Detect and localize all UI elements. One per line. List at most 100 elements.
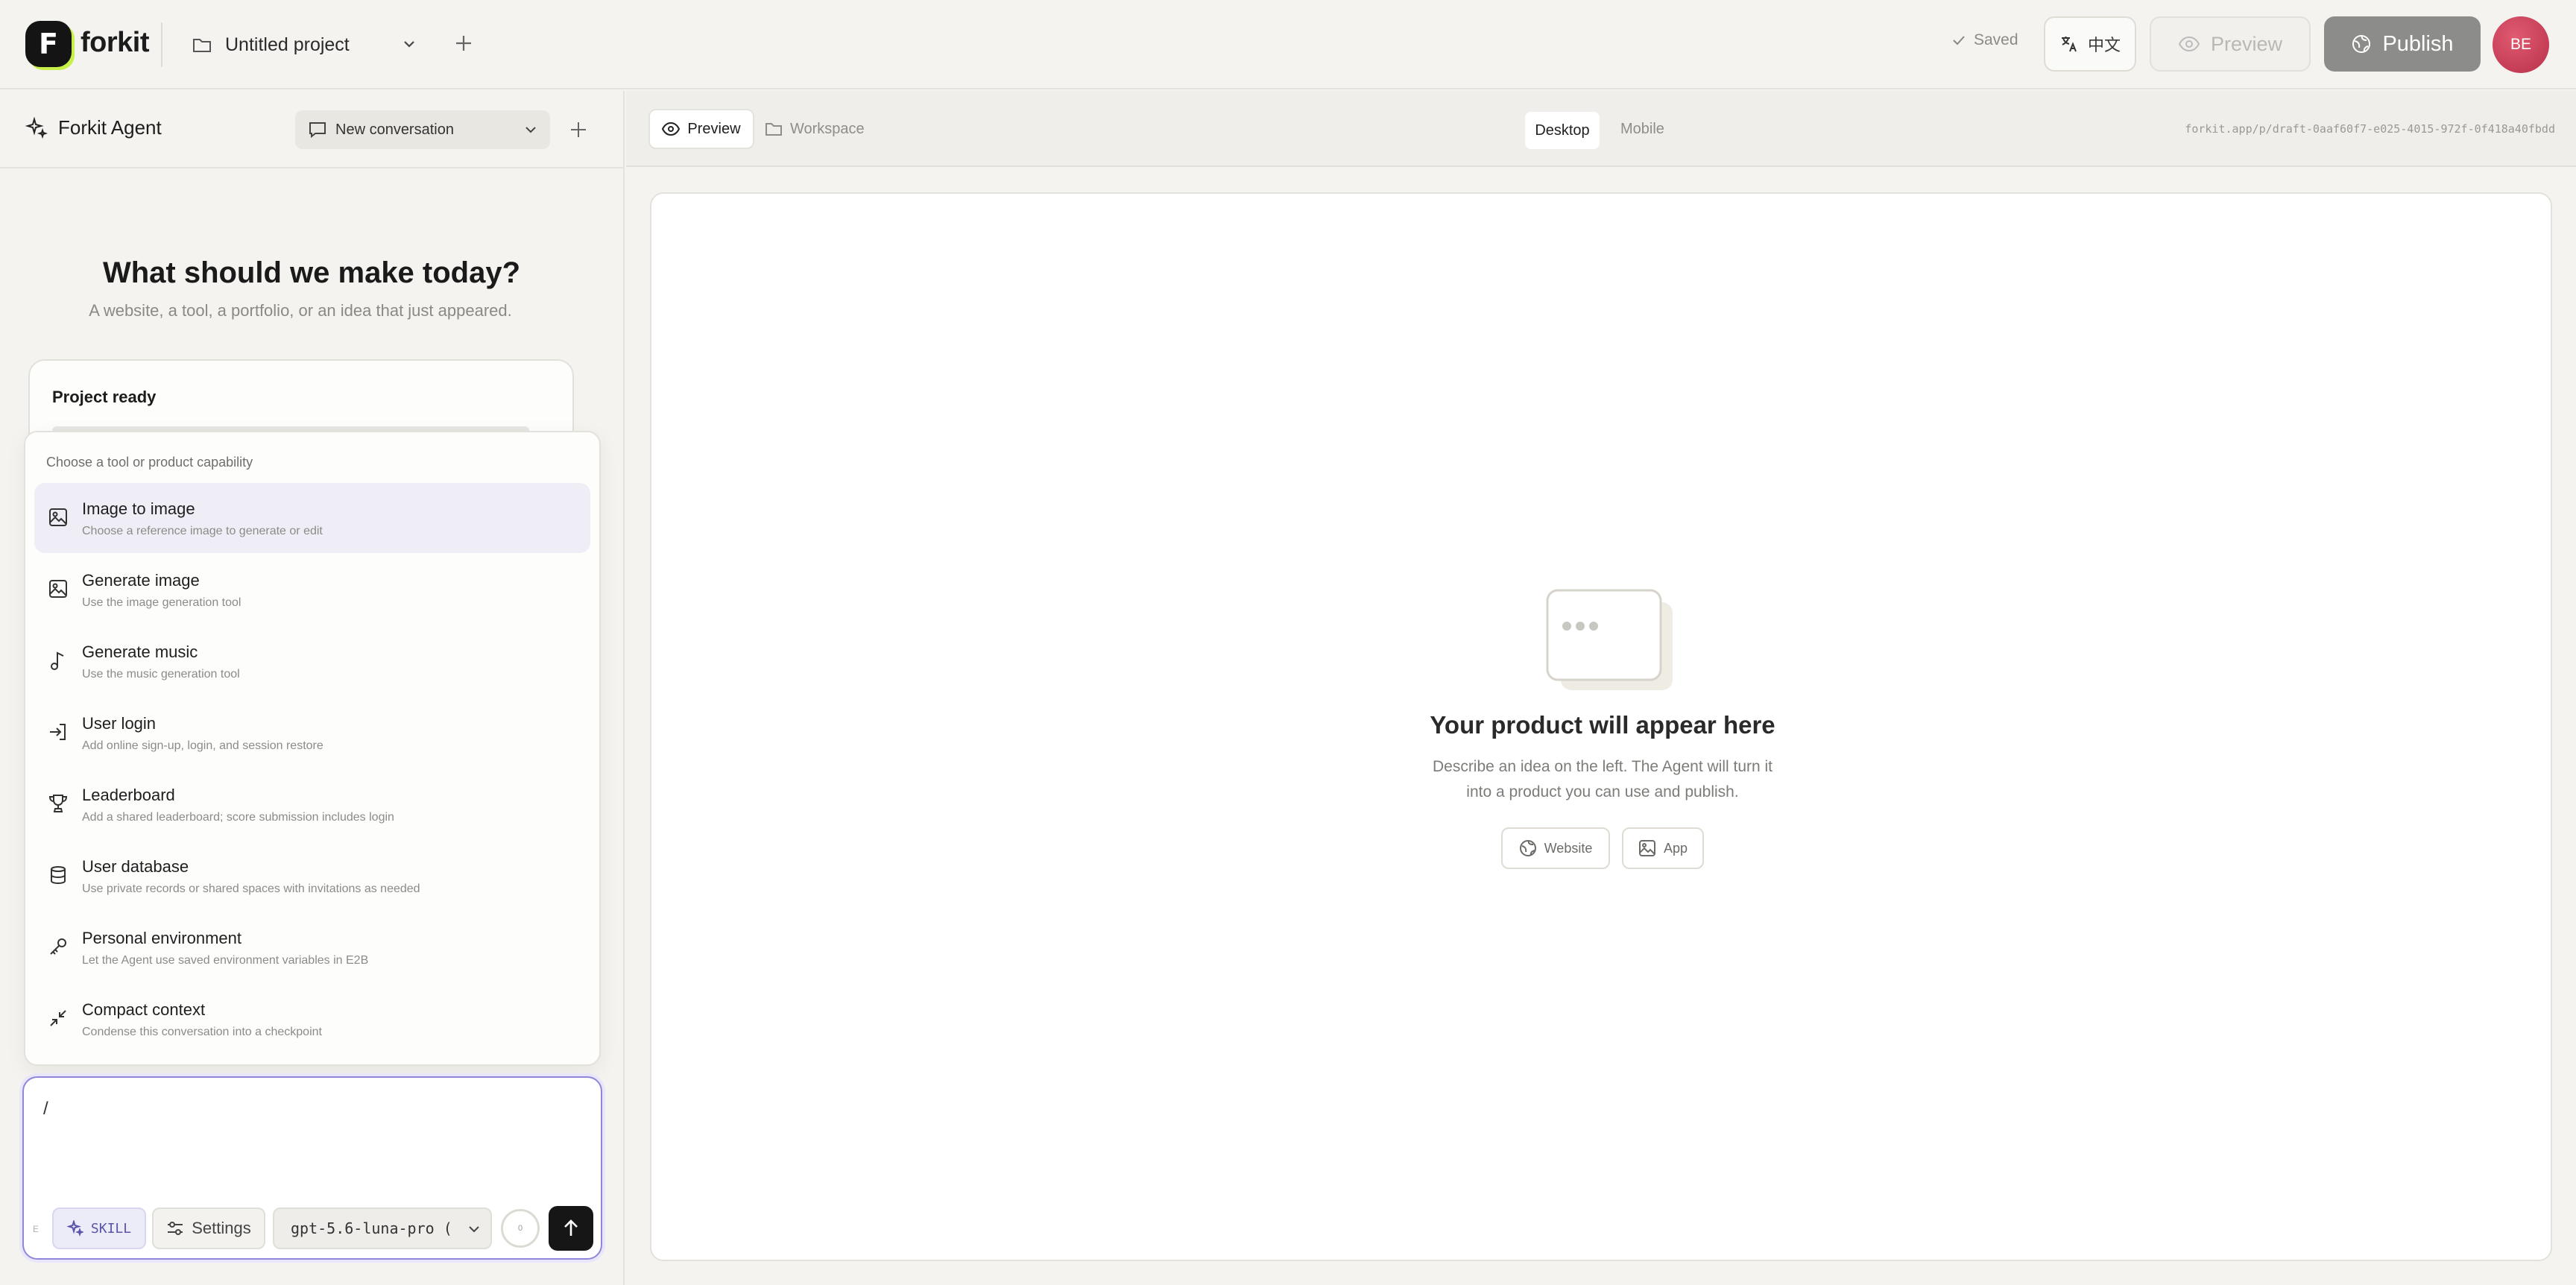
menu-item-label: Personal environment (82, 929, 242, 947)
avatar[interactable]: BE (2493, 16, 2549, 73)
menu-item-user-login[interactable]: User login Add online sign-up, login, an… (34, 698, 590, 768)
context-usage-value: 0 (517, 1224, 523, 1233)
plus-icon (450, 30, 477, 57)
new-conversation-button[interactable] (568, 119, 589, 140)
hero-title: What should we make today? (102, 256, 521, 289)
settings-button[interactable]: Settings (152, 1207, 265, 1249)
project-name: Untitled project (225, 34, 350, 55)
empty-state-title: Your product will appear here (1430, 711, 1775, 739)
tool-menu: Choose a tool or product capability Imag… (24, 431, 601, 1066)
preview-url[interactable]: forkit.app/p/draft-0aaf60f7-e025-4015-97… (2185, 122, 2555, 136)
send-button[interactable] (549, 1206, 593, 1251)
chip-website-label: Website (1544, 840, 1593, 856)
message-composer[interactable]: / E SKILL Settings gpt-5.6-luna-pro ( 0 (22, 1076, 602, 1260)
menu-item-label: User database (82, 857, 189, 876)
eye-icon (2178, 36, 2200, 52)
menu-item-label: Generate image (82, 571, 200, 590)
context-usage-ring[interactable]: 0 (501, 1209, 540, 1248)
image-icon (1638, 839, 1656, 857)
tab-preview[interactable]: Preview (648, 109, 754, 149)
plus-icon (568, 119, 589, 140)
menu-item-label: Image to image (82, 499, 195, 518)
chevron-down-icon (401, 36, 417, 52)
skill-button[interactable]: SKILL (52, 1207, 146, 1249)
tab-preview-label: Preview (687, 120, 741, 137)
conversation-select[interactable]: New conversation (295, 110, 550, 149)
preview-button[interactable]: Preview (2150, 16, 2311, 72)
arrow-up-icon (561, 1218, 581, 1239)
sparkle-icon (25, 116, 48, 139)
tool-menu-heading: Choose a tool or product capability (46, 455, 253, 470)
folder-icon (765, 121, 783, 136)
logo-mark[interactable]: F (25, 21, 72, 67)
menu-item-compact-context[interactable]: Compact context Condense this conversati… (34, 984, 590, 1054)
publish-label: Publish (2382, 31, 2454, 56)
menu-item-label: Generate music (82, 642, 198, 661)
compress-icon (48, 1008, 69, 1029)
composer-edge-label: E (33, 1224, 40, 1234)
menu-item-desc: Use the music generation tool (82, 668, 240, 681)
chip-app-label: App (1663, 840, 1688, 856)
tab-workspace[interactable]: Workspace (765, 109, 865, 149)
menu-item-generate-image[interactable]: Generate image Use the image generation … (34, 555, 590, 625)
chat-icon (309, 121, 326, 138)
preview-canvas: Your product will appear here Describe a… (650, 192, 2552, 1261)
brand-name[interactable]: forkit (80, 27, 150, 59)
agent-panel: Forkit Agent New conversation What shoul… (0, 91, 625, 1285)
menu-item-user-database[interactable]: User database Use private records or sha… (34, 841, 590, 911)
image-icon (48, 578, 69, 599)
save-status-label: Saved (1974, 31, 2018, 48)
menu-item-desc: Condense this conversation into a checkp… (82, 1026, 322, 1038)
image-icon (48, 507, 69, 528)
message-input[interactable]: / (43, 1099, 48, 1120)
menu-item-desc: Use the image generation tool (82, 596, 242, 609)
device-desktop-button[interactable]: Desktop (1525, 112, 1600, 149)
top-bar: F forkit Untitled project Saved 中文 Previ… (0, 0, 2576, 89)
publish-button[interactable]: Publish (2324, 16, 2481, 72)
sliders-icon (166, 1220, 184, 1237)
menu-item-image-to-image[interactable]: Image to image Choose a reference image … (34, 483, 590, 553)
sparkle-icon (66, 1220, 83, 1237)
language-button[interactable]: 中文 (2044, 16, 2136, 72)
key-icon (48, 936, 69, 957)
login-icon (48, 722, 69, 742)
chip-app[interactable]: App (1622, 827, 1704, 869)
agent-title: Forkit Agent (25, 116, 162, 139)
window-placeholder-icon (1544, 587, 1679, 692)
settings-label: Settings (192, 1219, 251, 1237)
menu-item-label: User login (82, 714, 157, 733)
model-select[interactable]: gpt-5.6-luna-pro ( (273, 1207, 492, 1249)
device-mobile-button[interactable]: Mobile (1620, 121, 1664, 138)
skill-label: SKILL (90, 1220, 132, 1237)
trophy-icon (48, 793, 69, 814)
menu-item-desc: Let the Agent use saved environment vari… (82, 954, 369, 967)
database-icon (48, 865, 69, 885)
new-project-button[interactable] (450, 30, 477, 57)
menu-item-desc: Add online sign-up, login, and session r… (82, 739, 323, 752)
menu-item-desc: Use private records or shared spaces wit… (82, 883, 420, 895)
chevron-down-icon (467, 1222, 482, 1237)
menu-item-generate-music[interactable]: Generate music Use the music generation … (34, 626, 590, 696)
music-note-icon (48, 650, 69, 671)
menu-item-label: Leaderboard (82, 786, 175, 804)
menu-item-personal-environment[interactable]: Personal environment Let the Agent use s… (34, 912, 590, 982)
chevron-down-icon (523, 122, 538, 137)
agent-header: Forkit Agent New conversation (0, 91, 623, 168)
divider (161, 22, 162, 67)
globe-icon (2351, 34, 2372, 54)
globe-icon (1519, 839, 1537, 857)
menu-item-leaderboard[interactable]: Leaderboard Add a shared leaderboard; sc… (34, 769, 590, 839)
empty-state-description: Describe an idea on the left. The Agent … (1432, 758, 1773, 801)
folder-icon (192, 37, 212, 53)
menu-item-desc: Add a shared leaderboard; score submissi… (82, 811, 394, 824)
agent-title-label: Forkit Agent (58, 116, 162, 139)
check-icon (1951, 33, 1966, 48)
translate-icon (2059, 34, 2079, 54)
project-ready-title: Project ready (52, 388, 157, 406)
project-selector[interactable]: Untitled project (192, 25, 414, 64)
preview-label: Preview (2210, 32, 2283, 55)
tab-workspace-label: Workspace (790, 120, 865, 137)
model-label: gpt-5.6-luna-pro ( (291, 1219, 452, 1237)
chip-website[interactable]: Website (1501, 827, 1610, 869)
language-label: 中文 (2087, 37, 2121, 55)
